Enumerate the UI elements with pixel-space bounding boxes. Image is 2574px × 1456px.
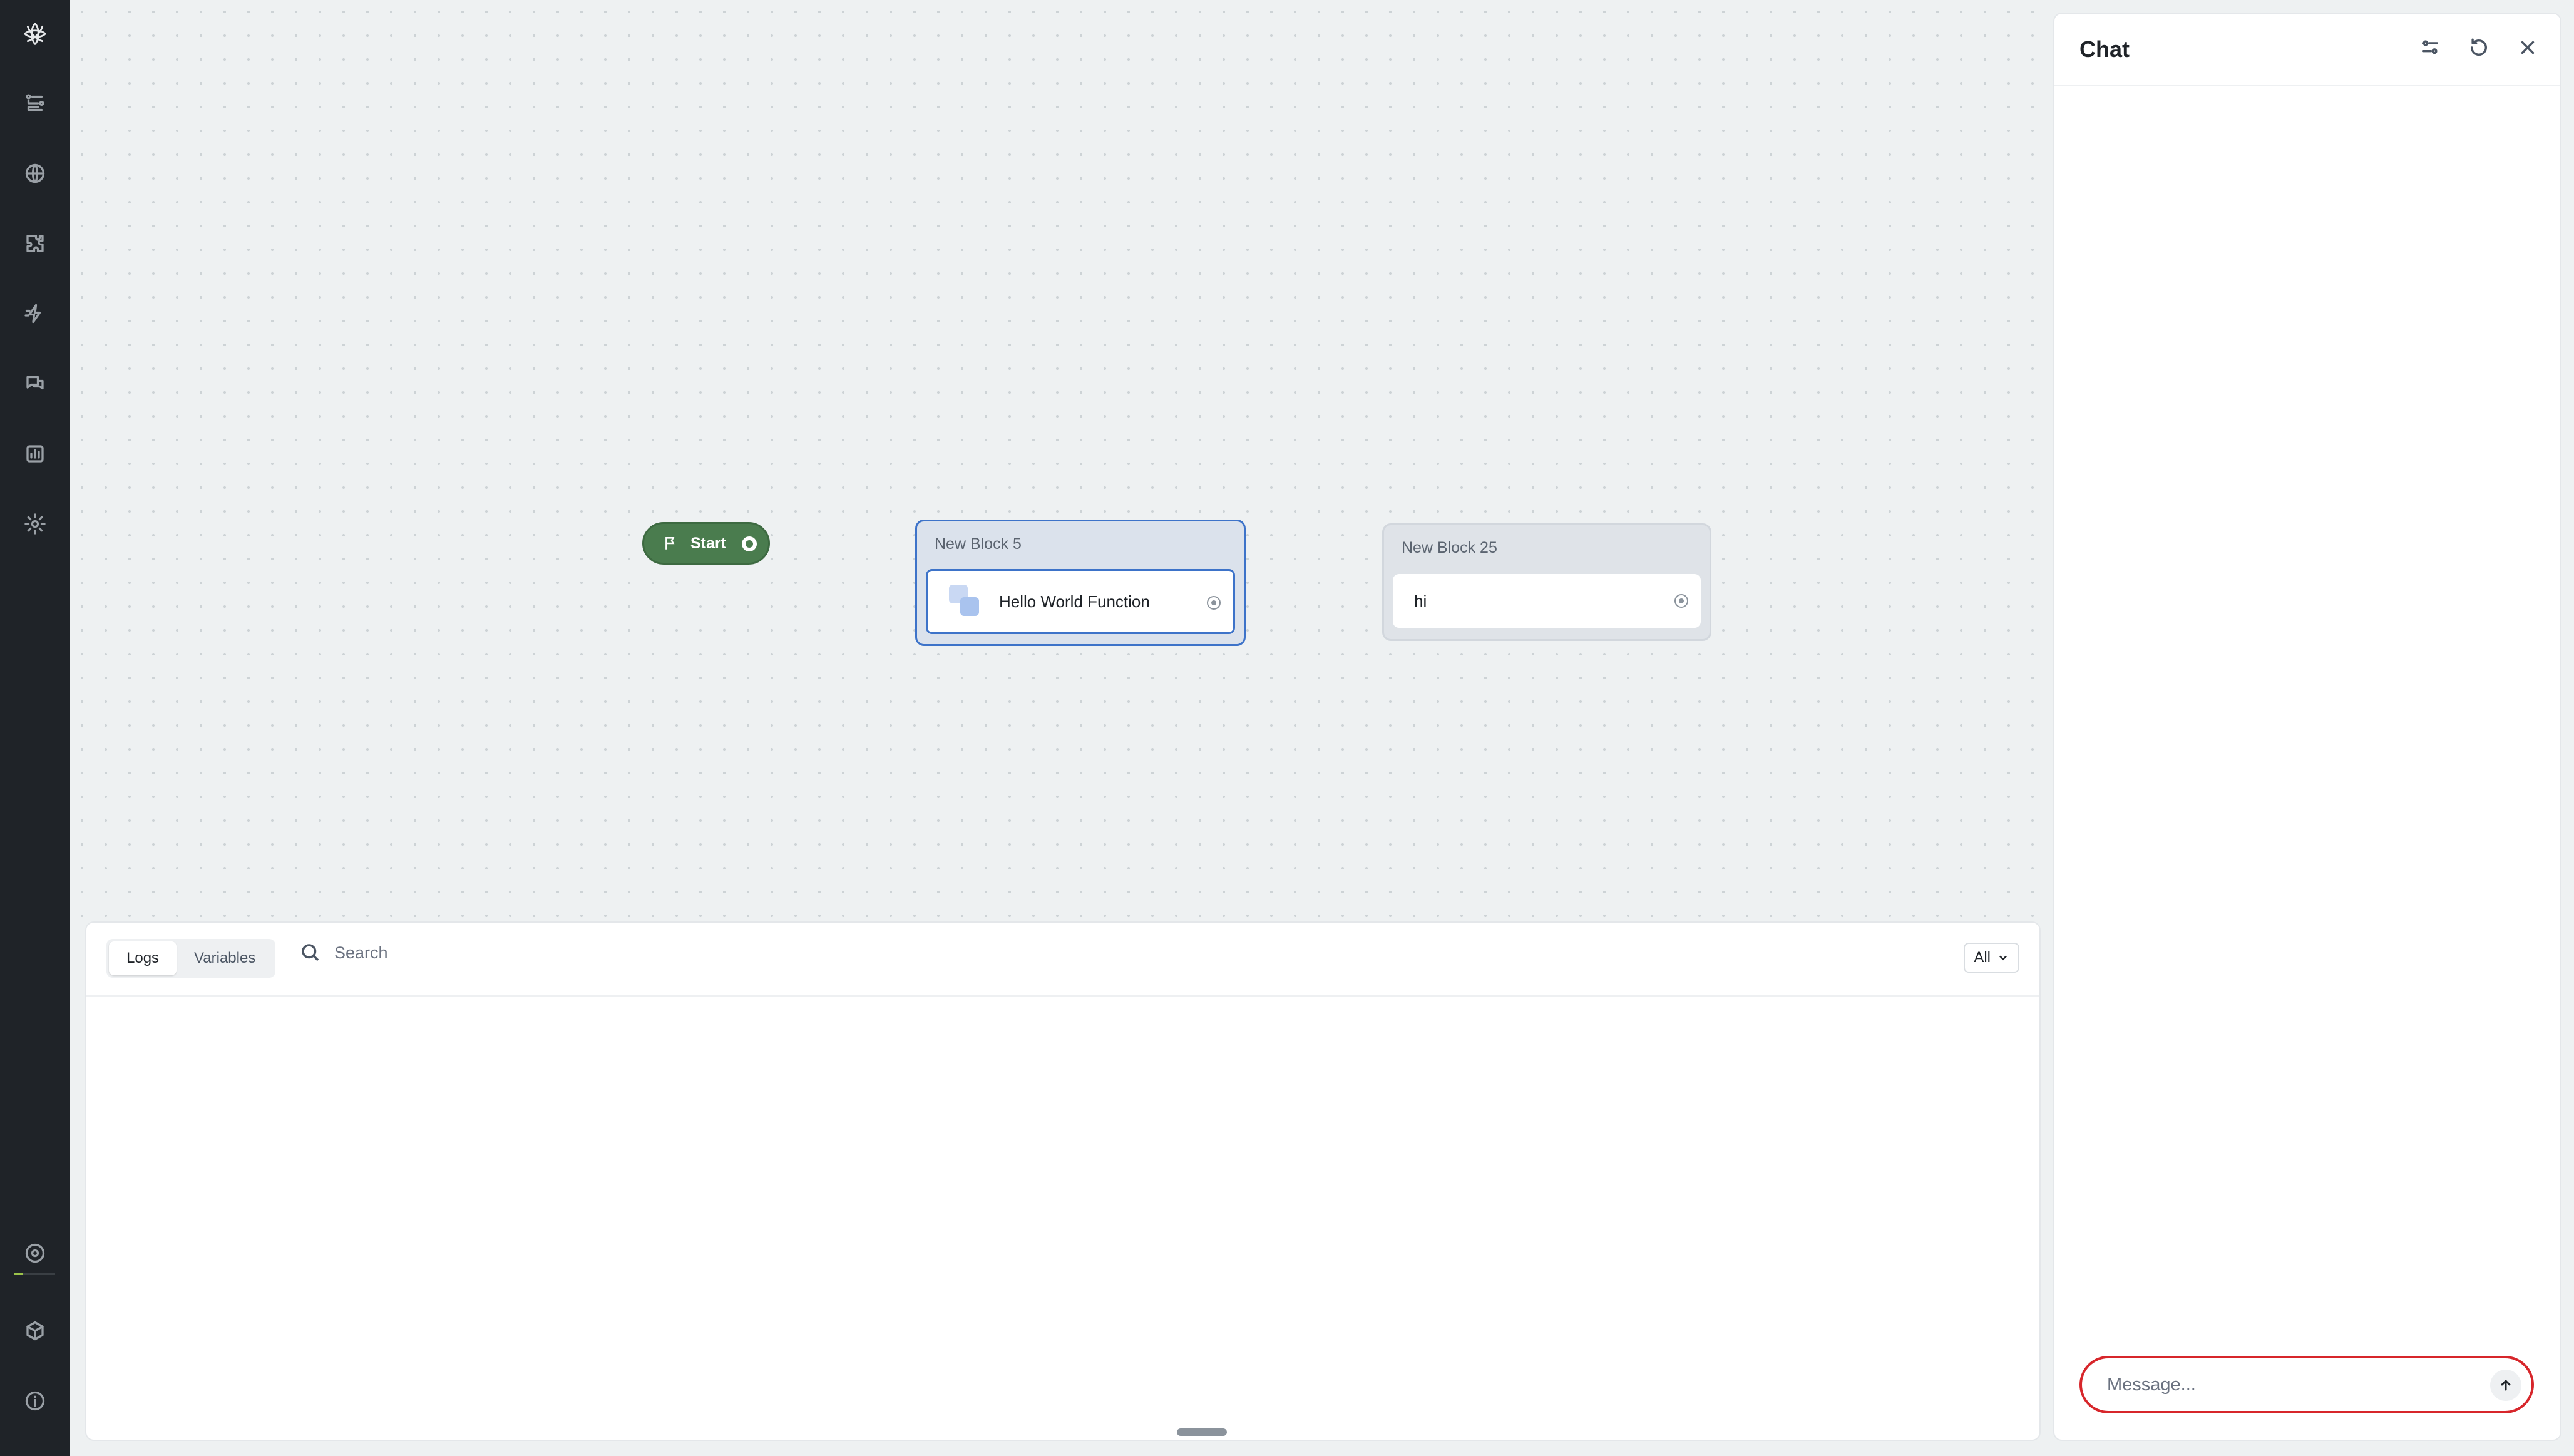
step-output-port[interactable] — [1207, 596, 1221, 610]
lightning-icon[interactable] — [18, 296, 53, 331]
tab-variables[interactable]: Variables — [177, 941, 273, 975]
chat-bubbles-icon[interactable] — [18, 366, 53, 401]
filter-value: All — [1974, 949, 1991, 966]
step-hello-world-function[interactable]: Hello World Function — [926, 569, 1235, 634]
arrow-up-icon — [2501, 1380, 2511, 1391]
chat-panel: Chat — [2053, 13, 2561, 1441]
chat-actions — [2418, 35, 2540, 60]
settings-icon[interactable] — [18, 506, 53, 541]
refresh-icon — [2470, 38, 2487, 56]
log-filter-select[interactable]: All — [1964, 943, 2019, 973]
block-title: New Block 25 — [1402, 539, 1497, 556]
step-hi[interactable]: hi — [1393, 574, 1701, 628]
block-new-block-25[interactable]: New Block 25 hi — [1382, 523, 1711, 641]
message-composer — [2079, 1356, 2534, 1413]
chat-settings-button[interactable] — [2418, 35, 2443, 60]
chat-header: Chat — [2054, 14, 2560, 86]
puzzle-icon[interactable] — [18, 226, 53, 261]
flows-icon[interactable] — [18, 86, 53, 121]
logs-header: Logs Variables All — [86, 923, 2039, 997]
function-icon — [949, 585, 983, 618]
flag-icon — [665, 537, 675, 550]
logs-tabs: Logs Variables — [106, 939, 276, 978]
search-icon — [302, 944, 319, 961]
target-icon[interactable] — [18, 1236, 53, 1271]
search-input[interactable] — [333, 942, 774, 963]
step-label: hi — [1414, 591, 1427, 610]
chat-reset-button[interactable] — [2466, 35, 2491, 60]
flow-canvas[interactable]: Start New Block 5 Hello World Function N… — [70, 0, 2047, 920]
tab-logs[interactable]: Logs — [109, 941, 177, 975]
left-sidebar — [0, 0, 70, 1456]
active-indicator — [14, 1273, 55, 1275]
start-label: Start — [690, 534, 726, 552]
block-new-block-5[interactable]: New Block 5 Hello World Function — [915, 520, 1246, 646]
info-icon[interactable] — [18, 1383, 53, 1418]
logs-panel: Logs Variables All — [85, 921, 2041, 1441]
send-button[interactable] — [2490, 1370, 2521, 1401]
logo-icon[interactable] — [18, 16, 53, 51]
start-node[interactable]: Start — [642, 522, 770, 565]
chevron-down-icon — [1999, 955, 2007, 961]
step-label: Hello World Function — [999, 592, 1150, 611]
logs-search — [299, 941, 774, 964]
chat-close-button[interactable] — [2515, 35, 2540, 60]
globe-icon[interactable] — [18, 156, 53, 191]
analytics-icon[interactable] — [18, 436, 53, 471]
start-output-port[interactable] — [742, 536, 757, 551]
cube-icon[interactable] — [18, 1313, 53, 1348]
chat-title: Chat — [2079, 36, 2130, 62]
step-output-port[interactable] — [1674, 594, 1688, 608]
panel-resize-handle[interactable] — [1177, 1428, 1227, 1436]
sliders-icon — [2421, 40, 2439, 54]
close-icon — [2521, 41, 2535, 54]
block-title: New Block 5 — [935, 535, 1022, 553]
message-input[interactable] — [2106, 1373, 2459, 1396]
